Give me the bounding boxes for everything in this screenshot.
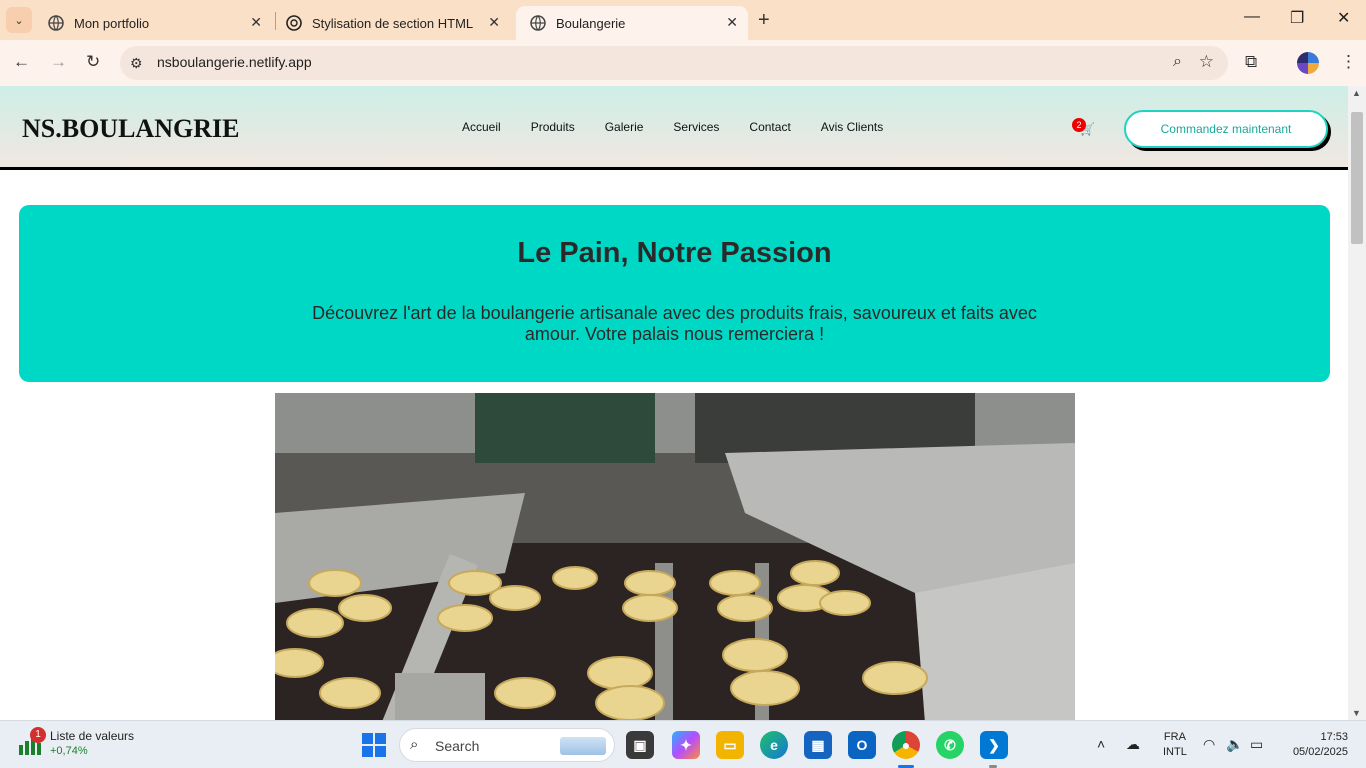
onedrive-cloud-icon[interactable]: ☁ bbox=[1126, 736, 1140, 753]
nav-avis-clients[interactable]: Avis Clients bbox=[806, 120, 898, 134]
menu-icon[interactable]: ⋮ bbox=[1340, 52, 1357, 72]
tab-stylisation[interactable]: Stylisation de section HTML ✕ bbox=[272, 6, 510, 40]
tab-title: Boulangerie bbox=[556, 15, 626, 31]
tab-search-button[interactable]: ⌄ bbox=[6, 7, 32, 33]
wifi-icon[interactable]: ◠ bbox=[1203, 736, 1215, 753]
main-nav: Accueil Produits Galerie Services Contac… bbox=[447, 120, 898, 134]
site-header: NS.BOULANGRIE Accueil Produits Galerie S… bbox=[0, 86, 1348, 170]
scroll-thumb[interactable] bbox=[1351, 112, 1363, 244]
globe-icon bbox=[48, 15, 64, 31]
close-window-button[interactable]: ✕ bbox=[1337, 8, 1350, 28]
scroll-up-arrow-icon[interactable]: ▲ bbox=[1352, 88, 1361, 98]
taskbar-search[interactable]: ⌕ Search bbox=[399, 728, 615, 762]
hero-section: Le Pain, Notre Passion Découvrez l'art d… bbox=[19, 205, 1330, 382]
volume-icon[interactable]: 🔈 bbox=[1226, 736, 1243, 753]
tab-mon-portfolio[interactable]: Mon portfolio ✕ bbox=[34, 6, 272, 40]
minimize-button[interactable]: — bbox=[1244, 8, 1260, 26]
nav-accueil[interactable]: Accueil bbox=[447, 120, 516, 134]
system-clock[interactable]: 17:53 05/02/2025 bbox=[1280, 730, 1348, 760]
store-icon[interactable]: ▦ bbox=[804, 731, 832, 759]
language-indicator[interactable]: FRA INTL bbox=[1163, 730, 1187, 760]
task-view-icon[interactable]: ▣ bbox=[626, 731, 654, 759]
tab-strip: ⌄ Mon portfolio ✕ Stylisation de section… bbox=[0, 0, 1366, 40]
close-tab-icon[interactable]: ✕ bbox=[488, 14, 500, 31]
outlook-icon[interactable]: O bbox=[848, 731, 876, 759]
scroll-down-arrow-icon[interactable]: ▼ bbox=[1352, 708, 1361, 718]
reload-icon[interactable]: ↻ bbox=[86, 52, 100, 72]
order-now-button[interactable]: Commandez maintenant bbox=[1124, 110, 1328, 148]
keyboard-layout: INTL bbox=[1163, 746, 1187, 758]
forward-arrow-icon[interactable]: → bbox=[50, 52, 67, 72]
chrome-icon[interactable]: ● bbox=[892, 731, 920, 759]
back-arrow-icon[interactable]: ← bbox=[13, 52, 30, 72]
file-explorer-icon[interactable]: ▭ bbox=[716, 731, 744, 759]
nav-contact[interactable]: Contact bbox=[734, 120, 805, 134]
tab-title: Mon portfolio bbox=[74, 15, 150, 31]
windows-taskbar: 1 Liste de valeurs +0,74% ⌕ Search ▣ ✦ ▭… bbox=[0, 720, 1366, 768]
profile-avatar[interactable] bbox=[1297, 52, 1319, 74]
hero-text: Découvrez l'art de la boulangerie artisa… bbox=[312, 303, 1037, 344]
site-logo[interactable]: NS.BOULANGRIE bbox=[22, 114, 239, 144]
page-scrollbar[interactable]: ▲ ▼ bbox=[1348, 86, 1366, 720]
bookmark-star-icon[interactable]: ☆ bbox=[1199, 52, 1214, 72]
cart-button[interactable]: 🛒 2 bbox=[1072, 118, 1095, 138]
windows-start-icon[interactable] bbox=[362, 733, 386, 757]
tab-boulangerie[interactable]: Boulangerie ✕ bbox=[516, 6, 748, 40]
clock-time: 17:53 bbox=[1320, 731, 1348, 743]
zoom-icon[interactable]: ⌕ bbox=[1173, 53, 1182, 71]
url-text[interactable]: nsboulangerie.netlify.app bbox=[157, 54, 312, 70]
nav-produits[interactable]: Produits bbox=[516, 120, 590, 134]
nav-services[interactable]: Services bbox=[658, 120, 734, 134]
search-highlight-image bbox=[560, 737, 606, 755]
cart-count-badge: 2 bbox=[1072, 118, 1086, 132]
browser-toolbar: ← → ↻ ⚙ nsboulangerie.netlify.app ⌕ ☆ ⧉ … bbox=[0, 40, 1366, 86]
edge-icon[interactable]: e bbox=[760, 731, 788, 759]
close-tab-icon[interactable]: ✕ bbox=[726, 14, 738, 31]
restore-button[interactable]: ❐ bbox=[1290, 8, 1304, 28]
vscode-icon[interactable]: ❯ bbox=[980, 731, 1008, 759]
copilot-icon[interactable]: ✦ bbox=[672, 731, 700, 759]
show-hidden-icons-chevron-icon[interactable]: ˄ bbox=[1097, 736, 1105, 752]
nav-galerie[interactable]: Galerie bbox=[590, 120, 659, 134]
clock-date: 05/02/2025 bbox=[1292, 746, 1348, 758]
language-code: FRA bbox=[1163, 731, 1186, 743]
search-icon: ⌕ bbox=[410, 736, 419, 753]
tab-title: Stylisation de section HTML bbox=[312, 15, 474, 31]
address-bar[interactable]: ⚙ nsboulangerie.netlify.app ⌕ ☆ bbox=[120, 46, 1228, 80]
new-tab-button[interactable]: + bbox=[758, 9, 770, 32]
hero-title: Le Pain, Notre Passion bbox=[517, 237, 832, 269]
web-page: NS.BOULANGRIE Accueil Produits Galerie S… bbox=[0, 86, 1348, 720]
close-tab-icon[interactable]: ✕ bbox=[250, 14, 262, 31]
whatsapp-icon[interactable]: ✆ bbox=[936, 731, 964, 759]
extensions-icon[interactable]: ⧉ bbox=[1245, 52, 1257, 72]
battery-icon[interactable]: ▭ bbox=[1250, 736, 1263, 753]
widget-badge: 1 bbox=[30, 727, 46, 743]
widget-value: +0,74% bbox=[50, 745, 88, 757]
widget-title: Liste de valeurs bbox=[50, 729, 135, 743]
site-info-icon[interactable]: ⚙ bbox=[130, 55, 143, 72]
globe-icon bbox=[530, 15, 546, 31]
bakery-production-photo bbox=[275, 393, 1075, 720]
chatgpt-icon bbox=[286, 15, 302, 31]
search-label: Search bbox=[435, 738, 480, 754]
